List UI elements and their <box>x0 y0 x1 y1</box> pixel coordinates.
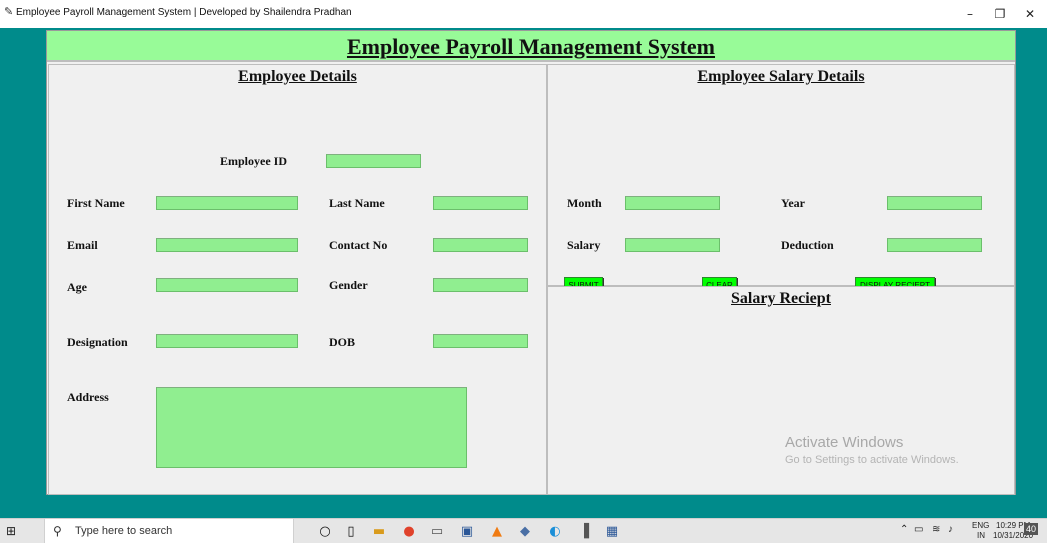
last-name-field[interactable] <box>433 196 528 210</box>
close-button[interactable]: ✕ <box>1015 4 1045 24</box>
dob-field[interactable] <box>433 334 528 348</box>
feather-icon: ✎ <box>4 6 14 18</box>
age-field[interactable] <box>156 278 298 292</box>
contact-field[interactable] <box>433 238 528 252</box>
vlc-icon[interactable]: ▲ <box>488 523 506 540</box>
gender-field[interactable] <box>433 278 528 292</box>
mail-icon[interactable]: ▭ <box>428 523 446 540</box>
windows-start-icon[interactable]: ⊞ <box>6 524 16 538</box>
wifi-icon[interactable]: ≋ <box>932 524 940 535</box>
chrome-icon[interactable]: ● <box>400 523 418 540</box>
deduction-field[interactable] <box>887 238 982 252</box>
salary-field[interactable] <box>625 238 720 252</box>
contact-label: Contact No <box>329 238 388 252</box>
photos-icon[interactable]: ▣ <box>458 523 476 540</box>
activate-windows-subtitle: Go to Settings to activate Windows. <box>785 454 959 466</box>
employee-id-field[interactable] <box>326 154 421 168</box>
taskbar: ⊞ ⚲ Type here to search ○ ▯ ▬ ● ▭ ▣ ▲ ◆ … <box>0 518 1047 543</box>
first-name-label: First Name <box>67 196 125 210</box>
first-name-field[interactable] <box>156 196 298 210</box>
employee-id-label: Employee ID <box>220 154 287 168</box>
search-icon: ⚲ <box>53 524 62 538</box>
maximize-button[interactable]: ❐ <box>985 4 1015 24</box>
address-textarea[interactable] <box>156 387 467 468</box>
dob-label: DOB <box>329 335 356 349</box>
month-label: Month <box>567 196 602 210</box>
search-placeholder: Type here to search <box>75 525 173 537</box>
email-field[interactable] <box>156 238 298 252</box>
address-label: Address <box>67 390 109 404</box>
salary-details-title: Employee Salary Details <box>697 68 865 85</box>
salary-details-panel: Employee Salary Details Month Year Salar… <box>547 64 1015 295</box>
taskbar-search-box[interactable]: ⚲ Type here to search <box>44 519 294 543</box>
year-field[interactable] <box>887 196 982 210</box>
salary-label: Salary <box>567 238 601 252</box>
designation-field[interactable] <box>156 334 298 348</box>
activate-windows-title: Activate Windows <box>785 434 904 451</box>
window-titlebar: ✎ Employee Payroll Management System | D… <box>0 0 1047 28</box>
minimize-button[interactable]: – <box>955 4 985 24</box>
app-frame: Employee Payroll Management System Emplo… <box>46 30 1016 495</box>
last-name-label: Last Name <box>329 196 385 210</box>
gender-label: Gender <box>329 278 368 292</box>
month-field[interactable] <box>625 196 720 210</box>
tray-overflow-icon[interactable]: ⌃ <box>900 524 908 535</box>
task-view-icon[interactable]: ▯ <box>342 523 360 540</box>
volume-icon[interactable]: ♪ <box>948 524 953 535</box>
employee-details-title: Employee Details <box>238 68 357 85</box>
notepad-icon[interactable]: ▐ <box>575 523 593 540</box>
salary-receipt-title: Salary Reciept <box>731 290 831 307</box>
app-title: Employee Payroll Management System <box>346 34 716 59</box>
edge-icon[interactable]: ◐ <box>546 523 564 540</box>
window-title: Employee Payroll Management System | Dev… <box>16 7 352 18</box>
employee-details-panel: Employee Details Employee ID First Name … <box>48 64 547 495</box>
app-header: Employee Payroll Management System <box>47 31 1015 62</box>
notification-center-icon[interactable]: 40 <box>1024 523 1039 535</box>
region-indicator: IN <box>977 531 985 540</box>
python-icon[interactable]: ◆ <box>516 523 534 540</box>
year-label: Year <box>781 196 805 210</box>
file-explorer-icon[interactable]: ▬ <box>370 523 388 540</box>
age-label: Age <box>67 280 87 294</box>
language-indicator[interactable]: ENG <box>972 521 989 530</box>
designation-label: Designation <box>67 335 128 349</box>
deduction-label: Deduction <box>781 238 834 252</box>
cortana-icon[interactable]: ○ <box>316 523 334 540</box>
email-label: Email <box>67 238 98 252</box>
battery-icon[interactable]: ▭ <box>914 524 923 535</box>
calculator-icon[interactable]: ▦ <box>603 523 621 540</box>
